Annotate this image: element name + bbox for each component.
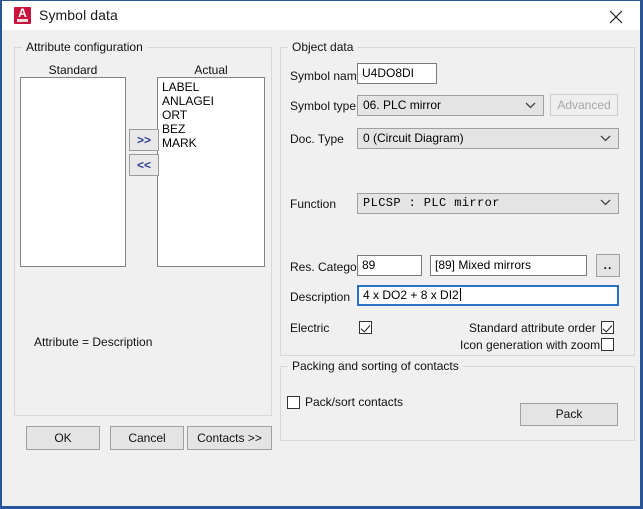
packing-sorting-title: Packing and sorting of contacts [288,359,463,373]
standard-attribute-order-label: Standard attribute order [469,321,596,335]
electric-label: Electric [290,321,330,335]
object-data-title: Object data [288,40,358,54]
symbol-type-dropdown[interactable]: 06. PLC mirror [357,95,544,116]
autocad-icon: A [14,6,31,24]
icon-generation-with-zoom-checkbox[interactable] [601,338,614,351]
ok-button[interactable]: OK [26,426,100,450]
list-item[interactable]: LABEL [160,80,264,94]
res-categor-input[interactable]: 89 [357,255,422,276]
symbol-name-label: Symbol name [290,69,364,83]
doc-type-label: Doc. Type [290,132,344,146]
res-categor-name-input[interactable]: [89] Mixed mirrors [430,255,587,276]
actual-listbox[interactable]: LABEL ANLAGEI ORT BEZ MARK [157,77,265,267]
symbol-name-input[interactable]: U4DO8DI [357,63,437,84]
browse-button[interactable]: .. [596,254,620,277]
chevron-down-icon [525,96,536,115]
description-input[interactable]: 4 x DO2 + 8 x DI2 [357,285,619,306]
list-item[interactable]: ANLAGEI [160,94,264,108]
cancel-button[interactable]: Cancel [110,426,184,450]
list-item[interactable]: BEZ [160,122,264,136]
symbol-data-dialog: A Symbol data Attribute configuration St… [0,0,643,509]
function-value: PLCSP : PLC mirror [363,196,500,210]
pack-sort-contacts-checkbox[interactable] [287,396,300,409]
autocad-icon-letter: A [18,6,27,20]
standard-attribute-order-checkbox[interactable] [601,321,614,334]
list-item[interactable]: ORT [160,108,264,122]
title-bar: A Symbol data [2,1,640,31]
function-dropdown[interactable]: PLCSP : PLC mirror [357,193,619,214]
chevron-down-icon [600,129,611,148]
pack-sort-contacts-label: Pack/sort contacts [305,395,404,409]
list-item[interactable]: MARK [160,136,264,150]
attribute-equals-description-note: Attribute = Description [34,335,153,349]
function-label: Function [290,197,337,211]
doc-type-value: 0 (Circuit Diagram) [363,131,464,145]
add-attribute-button[interactable]: >> [129,129,159,151]
text-caret [459,288,461,301]
remove-attribute-button[interactable]: << [129,154,159,176]
description-value: 4 x DO2 + 8 x DI2 [363,288,459,302]
icon-generation-with-zoom-label: Icon generation with zoom [460,338,601,352]
symbol-type-value: 06. PLC mirror [363,98,442,112]
close-icon [609,10,623,24]
description-label: Description [290,290,351,304]
symbol-type-label: Symbol type [290,99,357,113]
window-title: Symbol data [39,7,118,23]
standard-list-label: Standard [48,63,98,77]
advanced-button[interactable]: Advanced [550,94,618,116]
close-button[interactable] [600,4,632,28]
contacts-button[interactable]: Contacts >> [187,426,272,450]
autocad-icon-base [17,19,28,22]
electric-checkbox[interactable] [359,321,372,334]
doc-type-dropdown[interactable]: 0 (Circuit Diagram) [357,128,619,149]
actual-list-label: Actual [194,63,228,77]
standard-listbox[interactable] [20,77,126,267]
pack-button[interactable]: Pack [520,403,618,426]
chevron-down-icon [600,194,611,213]
res-categor-label: Res. Categor [290,260,361,274]
attribute-configuration-title: Attribute configuration [22,40,147,54]
